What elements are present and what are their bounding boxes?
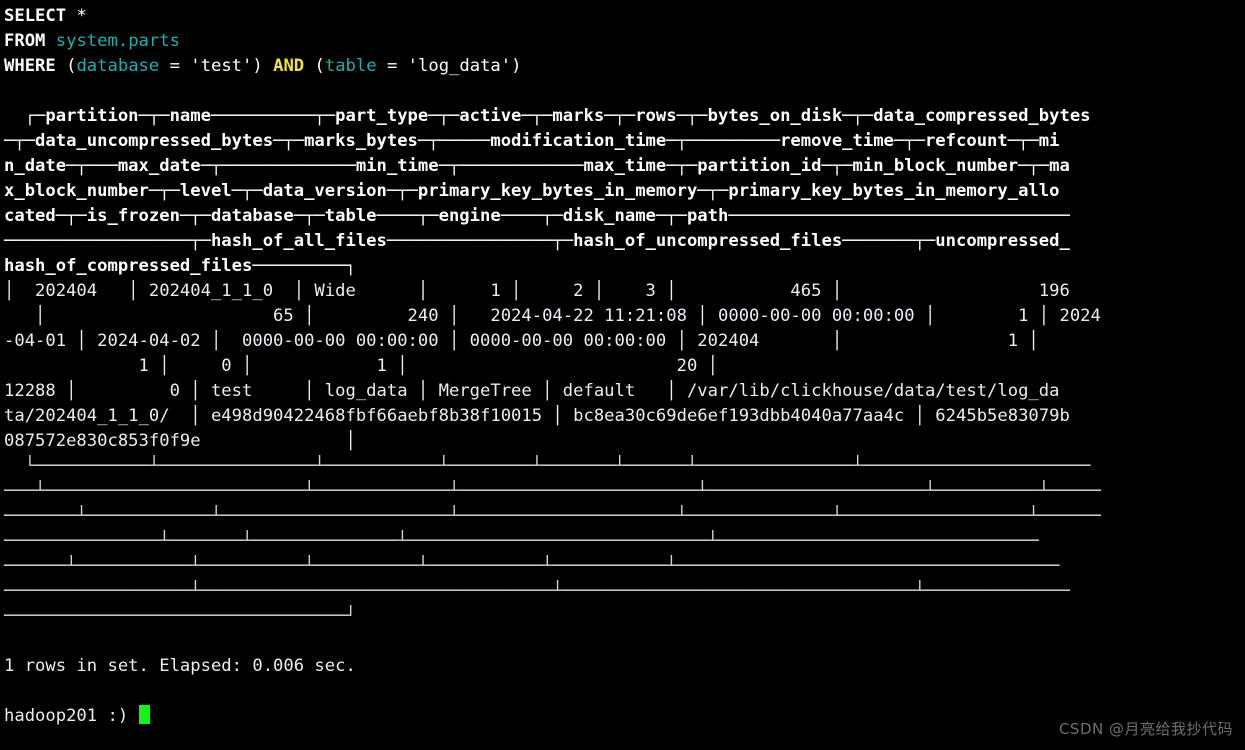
query-status-line: 1 rows in set. Elapsed: 0.006 sec.	[4, 656, 356, 676]
query-line-2: FROM system.parts	[4, 29, 1245, 54]
result-footer-line: ─────────────────────────────────┘	[4, 606, 356, 626]
sql-keyword-and: AND	[273, 56, 305, 76]
sql-predicate-2: = 'log_data')	[376, 56, 522, 76]
csdn-watermark: CSDN @月亮给我抄代码	[1058, 720, 1233, 738]
result-header-line: cated─┬─is_frozen─┬─database─┬─table────…	[4, 206, 1070, 226]
sql-column-table: table	[324, 56, 377, 76]
result-header-line: hash_of_compressed_files─────────┐	[4, 256, 356, 276]
space-2	[263, 56, 273, 76]
sql-keyword-from: FROM	[4, 31, 46, 51]
sql-open-paren-1: (	[55, 56, 77, 76]
sql-keyword-where: WHERE	[4, 56, 56, 76]
result-header-line: ──────────────────┬─hash_of_all_files───…	[4, 231, 1070, 251]
spacer-after-table	[4, 629, 1245, 654]
table-row: │ 65 │ 240 │ 2024-04-22 11:21:08 │ 0000-…	[4, 306, 1101, 326]
result-footer-line: └───────────┴───────────────┴───────────…	[4, 456, 1091, 476]
result-header-line: x_block_number─┬─level─┬─data_version─┬─…	[4, 181, 1060, 201]
result-footer-line: ───────────────┴───────┴──────────────┴─…	[4, 531, 1039, 551]
result-header-line: ─┬─data_uncompressed_bytes─┬─marks_bytes…	[4, 131, 1060, 151]
sql-open-paren-2: (	[314, 56, 325, 76]
query-line-1: SELECT *	[4, 4, 1245, 29]
result-footer-line: ───┴─────────────────────────┴──────────…	[4, 481, 1101, 501]
table-row: -04-01 │ 2024-04-02 │ 0000-00-00 00:00:0…	[4, 331, 1039, 351]
table-row: 087572e830c853f0f9e │	[4, 431, 356, 451]
result-header-line: ┌─partition─┬─name──────────┬─part_type─…	[4, 106, 1091, 126]
query-line-3: WHERE (database = 'test') AND (table = '…	[4, 54, 1245, 79]
text-cursor	[138, 705, 151, 724]
table-row: │ 202404 │ 202404_1_1_0 │ Wide │ 1 │ 2 │…	[4, 281, 1070, 301]
sql-predicate-1: = 'test')	[159, 56, 263, 76]
sql-keyword-select: SELECT	[4, 6, 67, 26]
terminal-window[interactable]: SELECT * FROM system.parts WHERE (databa…	[0, 0, 1245, 750]
sql-table-reference: system.parts	[55, 31, 180, 51]
spacer-after-status	[4, 679, 1245, 704]
result-header-line: n_date─┬───max_date─┬─────────────min_ti…	[4, 156, 1070, 176]
result-footer-line: ──────────────────┴─────────────────────…	[4, 581, 1070, 601]
space-3	[304, 56, 314, 76]
spacer-after-query	[4, 79, 1245, 104]
table-row: ta/202404_1_1_0/ │ e498d90422468fbf66aeb…	[4, 406, 1070, 426]
prompt-text: hadoop201 :)	[4, 706, 139, 726]
result-footer-line: ──────┴───────────┴──────────┴──────────…	[4, 556, 1060, 576]
sql-column-database: database	[76, 56, 160, 76]
table-row: 1 │ 0 │ 1 │ 20 │	[4, 356, 718, 376]
space-1	[45, 31, 55, 51]
table-row: 12288 │ 0 │ test │ log_data │ MergeTree …	[4, 381, 1060, 401]
result-footer-line: ───────┴────────────┴───────────────────…	[4, 506, 1101, 526]
sql-select-rest: *	[66, 6, 87, 26]
